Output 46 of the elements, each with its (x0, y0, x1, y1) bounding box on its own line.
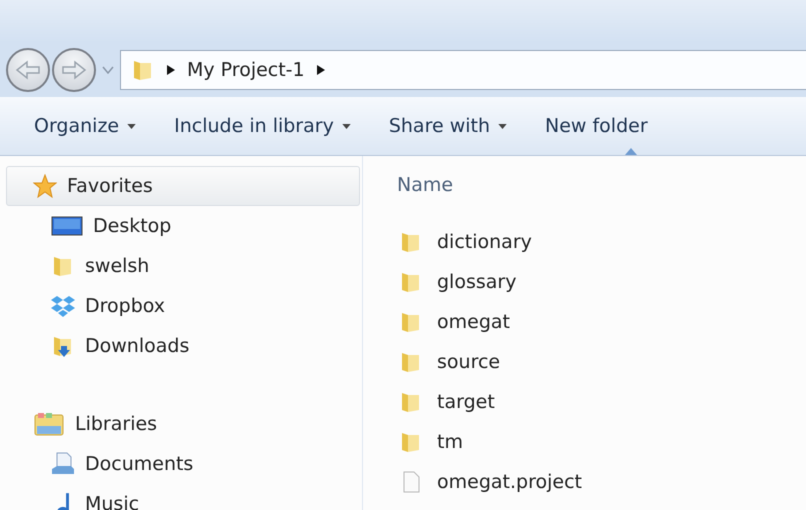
nav-item-label: Desktop (93, 215, 172, 237)
nav-item[interactable]: Downloads (6, 326, 360, 366)
toolbar-button[interactable]: Share with (388, 111, 508, 141)
forward-arrow-icon (61, 60, 87, 80)
nav-group-header[interactable]: Favorites (6, 166, 360, 206)
nav-item[interactable]: Dropbox (6, 286, 360, 326)
nav-group-header[interactable]: Libraries (6, 404, 360, 444)
dropbox-icon (51, 294, 75, 318)
nav-item-label: Music (85, 493, 140, 510)
chevron-icon[interactable] (167, 64, 175, 74)
back-arrow-icon (15, 60, 41, 80)
nav-group-label: Libraries (75, 413, 158, 435)
toolbar-button[interactable]: Include in library (174, 111, 351, 141)
file-name[interactable]: omegat (437, 311, 510, 333)
libraries-icon (33, 412, 65, 436)
caret-icon (127, 124, 136, 128)
documents-icon (51, 452, 75, 476)
nav-group-label: Favorites (67, 175, 153, 197)
forward-button[interactable] (52, 48, 96, 92)
back-button[interactable] (6, 48, 50, 92)
file-name[interactable]: source (437, 351, 500, 373)
breadcrumb[interactable]: My Project-1 (187, 58, 305, 80)
nav-item[interactable]: swelsh (6, 246, 360, 286)
nav-item[interactable]: Music (6, 484, 360, 510)
caret-icon (342, 124, 351, 128)
file-name[interactable]: tm (437, 431, 463, 453)
file-name[interactable]: omegat.project (437, 471, 582, 493)
toolbar-button[interactable]: Organize (34, 111, 136, 141)
file-name[interactable]: dictionary (437, 231, 532, 253)
nav-item-label: Dropbox (85, 295, 166, 317)
music-icon (57, 492, 70, 510)
caret-icon (498, 124, 508, 128)
star-icon (33, 174, 57, 198)
history-caret-icon[interactable] (102, 66, 114, 74)
nav-item-label: Downloads (85, 335, 190, 357)
desktop-icon (51, 214, 83, 238)
file-name[interactable]: glossary (437, 271, 516, 293)
address-bar[interactable]: My Project-1 (120, 50, 806, 90)
toolbar-button[interactable]: New folder (545, 111, 648, 141)
chevron-icon[interactable] (316, 64, 325, 74)
nav-item[interactable]: Documents (6, 444, 360, 484)
column-header[interactable]: Name (385, 160, 637, 210)
nav-item-label: Documents (85, 453, 194, 475)
nav-item[interactable]: Desktop (6, 206, 360, 246)
file-name[interactable]: target (437, 391, 495, 413)
nav-item-label: swelsh (85, 255, 150, 277)
